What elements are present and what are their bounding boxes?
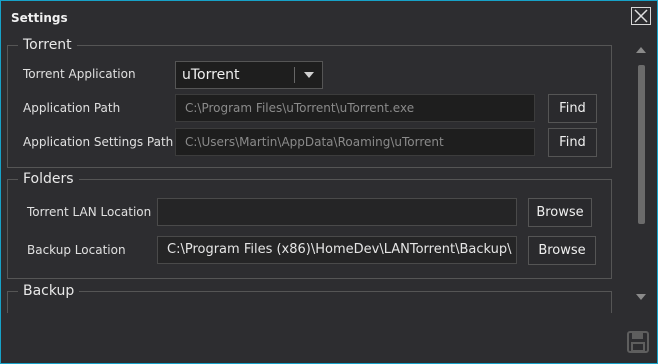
find-settings-button[interactable]: Find: [548, 128, 597, 157]
folders-group-label: Folders: [18, 171, 79, 187]
close-button[interactable]: [631, 7, 651, 25]
torrent-application-value: uTorrent: [182, 67, 240, 83]
torrent-lan-location-label: Torrent LAN Location: [27, 205, 152, 219]
dropdown-separator: [294, 67, 295, 83]
triangle-down-icon[interactable]: [636, 294, 646, 301]
settings-window: Settings Torrent Torrent Application uTo…: [0, 0, 658, 364]
vertical-scrollbar[interactable]: [627, 36, 657, 308]
backup-group-label: Backup: [18, 283, 80, 299]
torrent-group-label: Torrent: [18, 37, 77, 53]
torrent-application-dropdown[interactable]: uTorrent: [175, 61, 323, 89]
close-icon: [634, 9, 648, 23]
scrollbar-thumb[interactable]: [638, 65, 645, 224]
backup-group: [7, 291, 612, 313]
application-path-label: Application Path: [23, 101, 121, 115]
window-title: Settings: [11, 11, 68, 25]
torrent-application-label: Torrent Application: [23, 67, 136, 81]
application-settings-path-field[interactable]: C:\Users\Martin\AppData\Roaming\uTorrent: [175, 128, 535, 156]
torrent-lan-location-field[interactable]: [157, 198, 517, 226]
browse-backup-button[interactable]: Browse: [528, 236, 596, 265]
chevron-down-icon: [304, 72, 314, 78]
folders-group: [7, 179, 612, 279]
backup-location-field[interactable]: C:\Program Files (x86)\HomeDev\LANTorren…: [157, 236, 517, 264]
triangle-up-icon[interactable]: [636, 47, 646, 54]
find-path-button[interactable]: Find: [548, 94, 597, 123]
floppy-disk-icon[interactable]: [627, 331, 649, 353]
application-path-field[interactable]: C:\Program Files\uTorrent\uTorrent.exe: [175, 94, 535, 122]
application-settings-path-label: Application Settings Path: [23, 135, 174, 149]
browse-lan-button[interactable]: Browse: [528, 198, 592, 227]
backup-location-label: Backup Location: [27, 243, 126, 257]
